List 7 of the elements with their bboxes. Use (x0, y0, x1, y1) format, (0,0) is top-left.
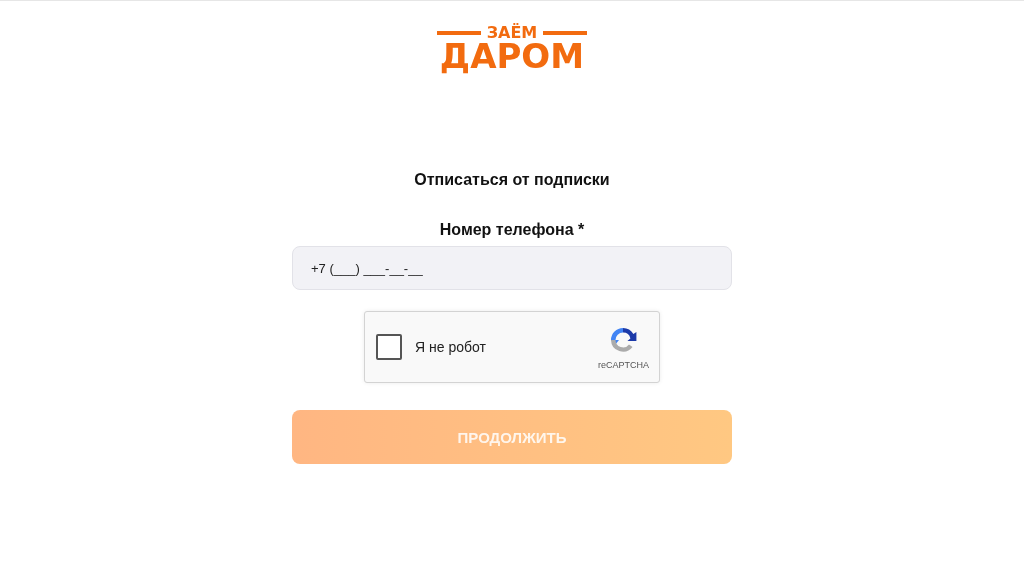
phone-input-field[interactable]: +7 (___) ___-__-__ (292, 246, 732, 290)
captcha-checkbox[interactable] (376, 334, 402, 360)
captcha-label: Я не робот (415, 339, 487, 355)
field-label: Номер телефона * (439, 221, 585, 239)
logo: ЗАЁМ ДАРОМ (436, 25, 588, 73)
recaptcha-brand: reCAPTCHA (598, 360, 649, 370)
page-title: Отписаться от подписки (414, 171, 610, 189)
